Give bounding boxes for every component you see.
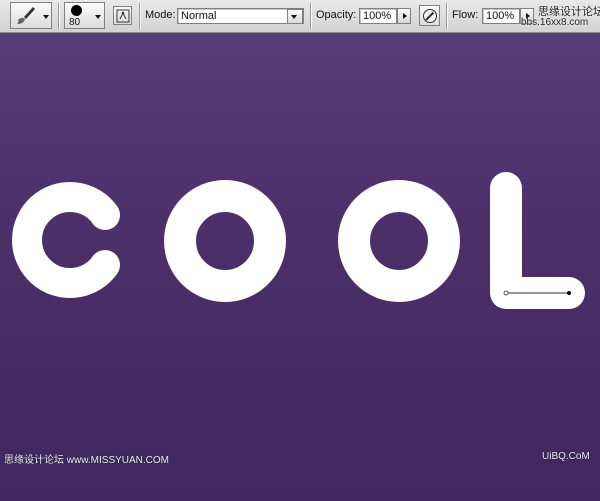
chevron-down-icon xyxy=(291,15,297,19)
mode-select[interactable]: Normal xyxy=(177,8,304,24)
brush-tip-icon xyxy=(71,5,82,16)
stroke-end-point[interactable] xyxy=(567,291,571,295)
letter-o-2 xyxy=(338,180,460,302)
mode-dropdown-button[interactable] xyxy=(287,9,303,23)
brush-icon xyxy=(14,5,36,30)
separator xyxy=(310,3,312,29)
separator xyxy=(446,3,448,29)
watermark-bottom-left: 思缘设计论坛 www.MISSYUAN.COM xyxy=(4,455,170,466)
opacity-value: 100% xyxy=(363,10,392,22)
flow-label: Flow: xyxy=(452,9,479,21)
letter-l xyxy=(490,172,585,309)
mode-value: Normal xyxy=(181,10,217,22)
opacity-label: Opacity: xyxy=(316,9,357,21)
options-bar: 80 Mode: Normal Opacity: 100% Flow: 100%… xyxy=(0,0,600,33)
flow-value: 100% xyxy=(486,10,515,22)
airbrush-toggle[interactable] xyxy=(419,5,440,26)
brush-panel-icon xyxy=(116,9,130,26)
document-canvas[interactable]: 思缘设计论坛 www.MISSYUAN.COM UiBQ.CoM xyxy=(0,33,600,501)
separator xyxy=(139,3,141,29)
separator xyxy=(58,3,60,29)
chevron-down-icon xyxy=(43,15,49,19)
brush-panel-toggle[interactable] xyxy=(113,6,132,25)
watermark-top-right-2: bbs.16xx8.com xyxy=(521,17,589,28)
brush-size-value: 80 xyxy=(69,17,81,28)
watermark-bottom-right: UiBQ.CoM xyxy=(542,451,590,462)
mode-label: Mode: xyxy=(145,9,176,21)
letter-c xyxy=(12,182,120,298)
cool-artwork xyxy=(12,172,585,309)
stroke-start-point[interactable] xyxy=(503,290,509,296)
tool-preset-picker[interactable] xyxy=(10,2,52,29)
opacity-slider-button[interactable] xyxy=(397,8,411,24)
opacity-input[interactable]: 100% xyxy=(359,8,397,24)
airbrush-icon xyxy=(422,8,438,27)
letter-o-1 xyxy=(164,180,286,302)
flow-input[interactable]: 100% xyxy=(482,8,520,24)
chevron-right-icon xyxy=(403,13,407,19)
chevron-down-icon xyxy=(95,15,101,19)
brush-picker[interactable]: 80 xyxy=(64,2,105,29)
